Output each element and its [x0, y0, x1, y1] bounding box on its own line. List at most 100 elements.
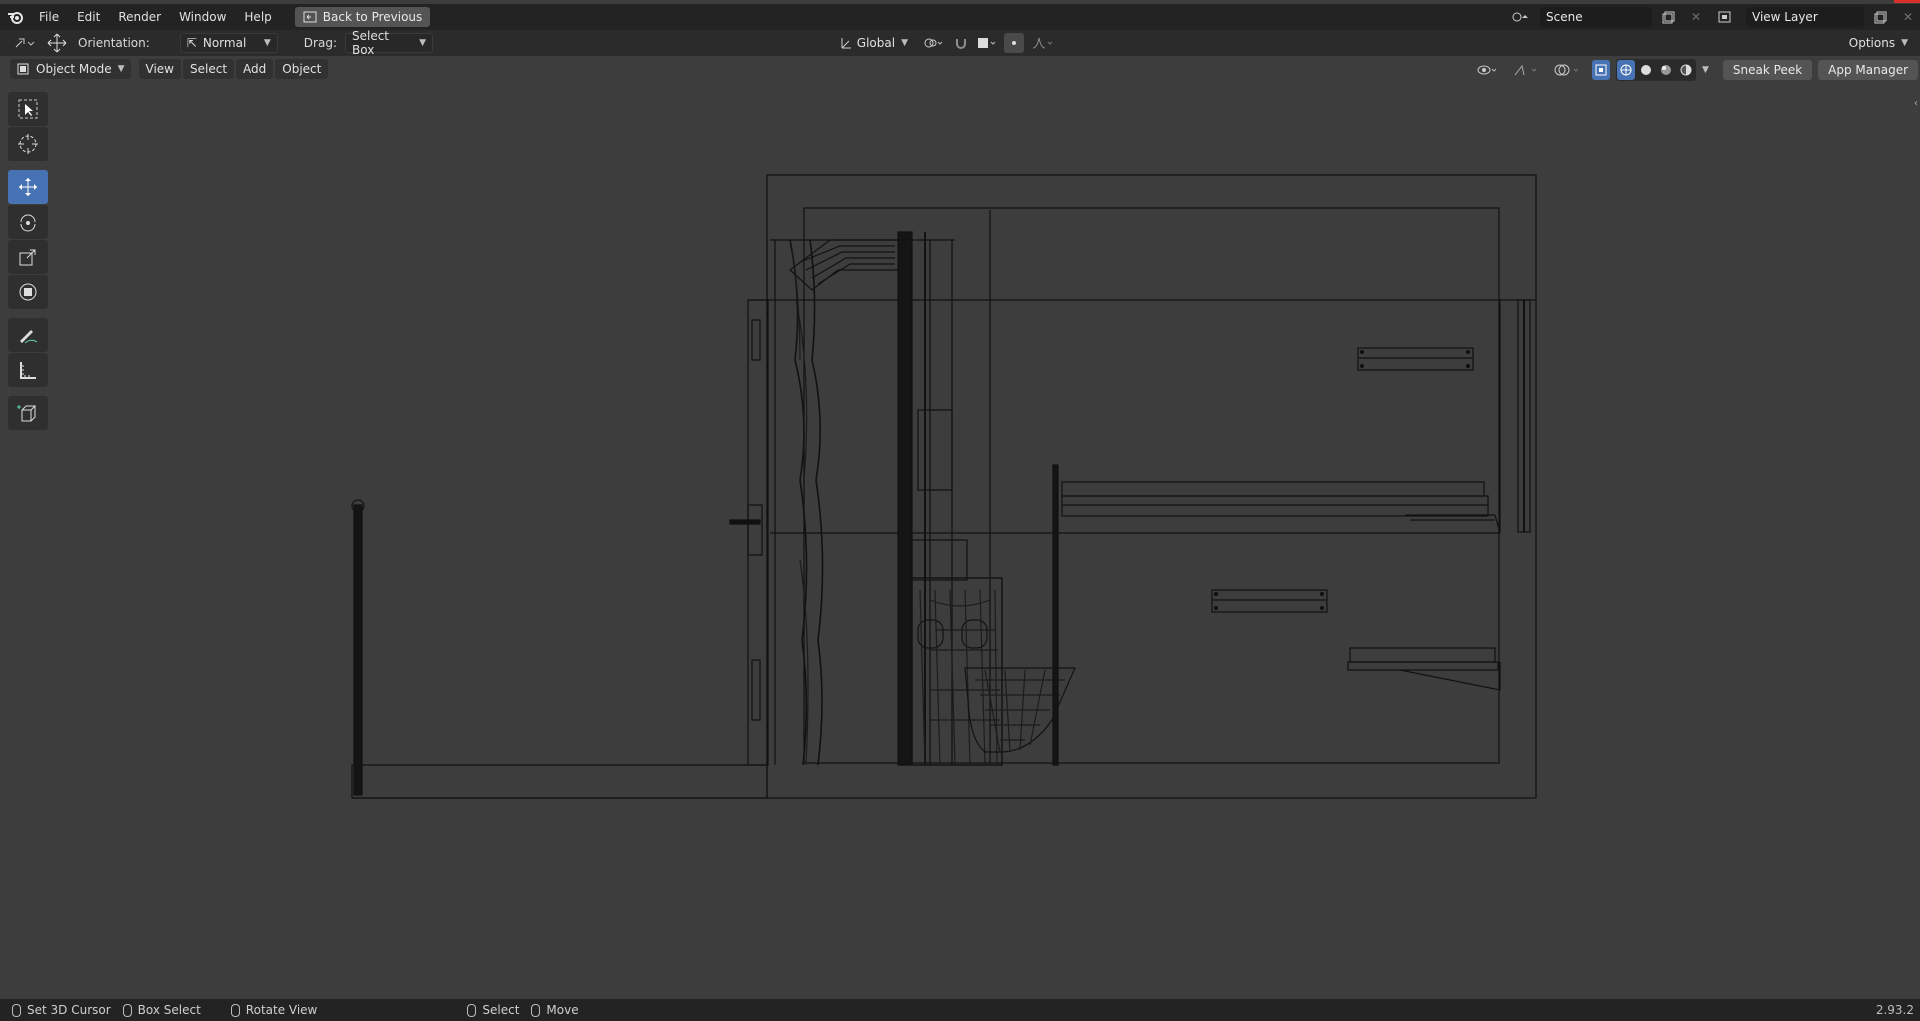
annotate-icon [20, 330, 38, 344]
top-bar: File Edit Render Window Help Back to Pre… [0, 4, 1920, 30]
global-axes-icon [841, 38, 851, 49]
delete-scene-icon[interactable]: ✕ [1684, 7, 1708, 27]
status-bar: Set 3D Cursor Box Select Rotate View Sel… [0, 999, 1920, 1021]
view-layer-icon[interactable] [1712, 7, 1742, 27]
back-to-previous-button[interactable]: Back to Previous [294, 7, 431, 27]
object-menu[interactable]: Object [275, 59, 329, 79]
mouse-left-icon [12, 1003, 21, 1017]
proportional-edit-icon[interactable] [1004, 33, 1024, 53]
measure-icon [20, 362, 36, 379]
rendered-shading-icon[interactable] [1677, 60, 1695, 80]
transform-orientation-dropdown[interactable]: Global ▼ [834, 33, 914, 53]
orientation-label: Orientation: [78, 36, 150, 50]
scene-selector-group: Scene ✕ View Layer ✕ [1506, 4, 1920, 30]
drag-dropdown[interactable]: Select Box ▼ [344, 29, 433, 57]
status-box-select: Box Select [122, 1003, 201, 1017]
status-select: Select [467, 1003, 519, 1017]
add-cube-tool[interactable] [8, 396, 48, 430]
status-move-label: Move [546, 1003, 579, 1017]
orientation-dropdown[interactable]: ⇱ Normal ▼ [179, 33, 278, 53]
select-box-tool[interactable] [8, 92, 48, 126]
tool-shelf [8, 92, 48, 431]
cursor-tool[interactable] [8, 127, 48, 161]
measure-tool[interactable] [8, 353, 48, 387]
mouse-drag-icon [122, 1003, 132, 1017]
object-mode-icon [17, 63, 29, 75]
mouse-middle-icon [230, 1003, 240, 1017]
wireframe-shading-icon[interactable] [1617, 60, 1635, 80]
select-box-icon [18, 99, 38, 119]
move-icon [19, 178, 37, 196]
back-screen-icon [303, 11, 317, 23]
view-menu[interactable]: View [138, 59, 181, 79]
version-label: 2.93.2 [1875, 1003, 1914, 1017]
transform-orientation-value: Global [856, 36, 896, 50]
view-layer-field[interactable]: View Layer [1746, 7, 1864, 27]
material-shading-icon[interactable] [1657, 60, 1675, 80]
tool-icon-dropdown[interactable] [6, 33, 42, 53]
rotate-icon [20, 214, 36, 232]
add-menu[interactable]: Add [236, 59, 274, 79]
add-cube-icon [17, 405, 37, 422]
move-tool[interactable] [8, 170, 48, 204]
mouse-right-icon [467, 1003, 477, 1017]
status-rotate-view-label: Rotate View [245, 1003, 318, 1017]
scale-icon [19, 249, 36, 266]
status-rotate-view: Rotate View [230, 1003, 318, 1017]
drag-value: Select Box [351, 29, 390, 57]
mouse-drag-right-icon [531, 1003, 541, 1017]
snap-magnet-icon[interactable] [952, 33, 970, 53]
chevron-down-icon: ▼ [263, 38, 271, 48]
back-to-previous-label: Back to Previous [322, 10, 423, 24]
status-box-select-label: Box Select [137, 1003, 201, 1017]
gizmo-icon[interactable] [1508, 60, 1544, 80]
sneak-peek-button[interactable]: Sneak Peek [1722, 60, 1813, 80]
new-scene-icon[interactable] [1656, 7, 1680, 27]
app-manager-button[interactable]: App Manager [1818, 60, 1919, 80]
shading-options-chevron-icon[interactable]: ▼ [1702, 65, 1709, 75]
options-label: Options [1848, 36, 1896, 50]
transform-tool[interactable] [8, 275, 48, 309]
drag-label: Drag: [303, 36, 337, 50]
status-move: Move [531, 1003, 579, 1017]
menu-render[interactable]: Render [109, 7, 170, 27]
status-set-cursor-label: Set 3D Cursor [27, 1003, 111, 1017]
menu-file[interactable]: File [30, 7, 68, 27]
status-set-cursor: Set 3D Cursor [12, 1003, 111, 1017]
solid-shading-icon[interactable] [1637, 60, 1655, 80]
wireframe-scene[interactable] [0, 82, 1920, 999]
delete-view-layer-icon[interactable]: ✕ [1896, 7, 1920, 27]
overlays-icon[interactable] [1550, 60, 1586, 80]
rotate-tool[interactable] [8, 205, 48, 239]
cursor-icon [18, 134, 38, 154]
scale-tool[interactable] [8, 240, 48, 274]
sidebar-toggle-chevron-icon[interactable]: ‹ [1914, 98, 1918, 109]
window-close-indicator [1894, 0, 1920, 3]
status-select-label: Select [482, 1003, 520, 1017]
tool-settings-header: Orientation: ⇱ Normal ▼ Drag: Select Box… [0, 29, 1920, 57]
menu-window[interactable]: Window [170, 7, 235, 27]
xray-toggle-icon[interactable] [1592, 60, 1610, 80]
menu-help[interactable]: Help [235, 7, 280, 27]
chevron-down-icon: ▼ [1901, 38, 1908, 48]
object-mode-label: Object Mode [36, 62, 112, 76]
annotate-tool[interactable] [8, 318, 48, 352]
new-view-layer-icon[interactable] [1868, 7, 1892, 27]
menu-edit[interactable]: Edit [68, 7, 109, 27]
blender-logo-icon[interactable] [0, 10, 30, 24]
scene-icon[interactable] [1506, 7, 1536, 27]
snap-increment-icon[interactable] [974, 33, 1000, 53]
viewport-header: Object Mode ▼ View Select Add Object ▼ S… [0, 56, 1920, 109]
select-menu[interactable]: Select [183, 59, 235, 79]
chevron-down-icon: ▼ [901, 38, 908, 48]
object-mode-dropdown[interactable]: Object Mode ▼ [10, 59, 131, 79]
orientation-value: Normal [202, 36, 247, 50]
3d-viewport[interactable] [0, 82, 1920, 999]
visibility-eye-icon[interactable] [1472, 60, 1502, 80]
scene-name-field[interactable]: Scene [1540, 7, 1652, 27]
options-dropdown[interactable]: Options ▼ [1843, 33, 1914, 53]
transform-icon [19, 283, 37, 301]
pivot-point-icon[interactable] [918, 33, 948, 53]
move-tool-icon [42, 33, 72, 53]
falloff-curve-icon[interactable] [1028, 33, 1058, 53]
